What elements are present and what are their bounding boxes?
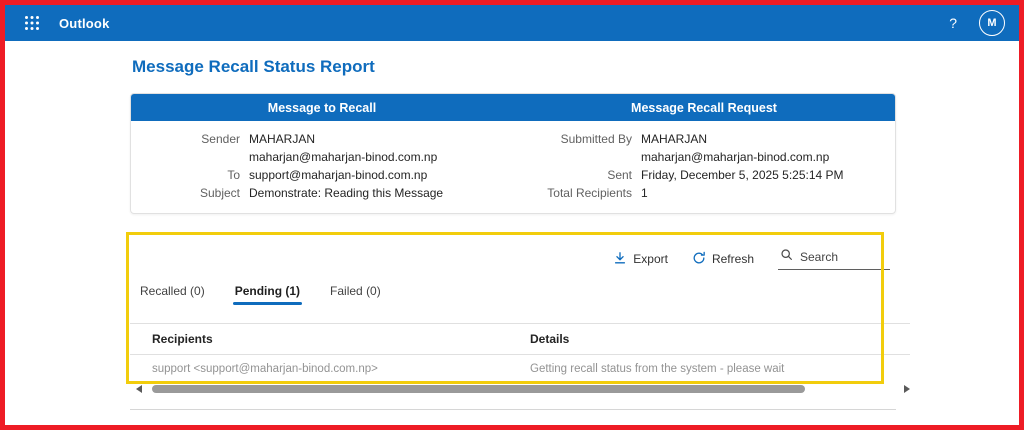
summary-left-column: Sender MAHARJAN maharjan@maharjan-binod.…	[131, 130, 513, 202]
refresh-label: Refresh	[712, 252, 754, 266]
field-value: MAHARJAN maharjan@maharjan-binod.com.np	[249, 130, 437, 166]
tab-recalled[interactable]: Recalled (0)	[140, 284, 205, 305]
recall-status-section: Export Refresh	[130, 238, 910, 393]
column-header-details: Details	[530, 332, 910, 346]
field-row-subject: Subject Demonstrate: Reading this Messag…	[131, 184, 513, 202]
bottom-divider	[130, 409, 896, 410]
summary-right-column: Submitted By MAHARJAN maharjan@maharjan-…	[513, 130, 895, 202]
app-launcher-icon[interactable]	[19, 10, 45, 36]
subject-value: Demonstrate: Reading this Message	[249, 184, 443, 202]
refresh-button[interactable]: Refresh	[692, 251, 754, 268]
field-row-sent: Sent Friday, December 5, 2025 5:25:14 PM	[513, 166, 895, 184]
scroll-left-arrow[interactable]	[136, 385, 142, 393]
app-name: Outlook	[59, 16, 110, 31]
sender-name: MAHARJAN	[249, 130, 437, 148]
field-label: Submitted By	[513, 130, 641, 166]
search-icon	[780, 248, 793, 266]
field-row-to: To support@maharjan-binod.com.np	[131, 166, 513, 184]
tab-failed[interactable]: Failed (0)	[330, 284, 381, 305]
results-table: Recipients Details support <support@maha…	[130, 323, 910, 380]
field-label: Subject	[131, 184, 249, 202]
results-table-header: Recipients Details	[130, 323, 910, 355]
field-row-submitted-by: Submitted By MAHARJAN maharjan@maharjan-…	[513, 130, 895, 166]
table-row: support <support@maharjan-binod.com.np> …	[130, 355, 910, 380]
scroll-right-arrow[interactable]	[904, 385, 910, 393]
sent-datetime: Friday, December 5, 2025 5:25:14 PM	[641, 166, 844, 184]
scroll-thumb[interactable]	[152, 385, 805, 393]
export-button[interactable]: Export	[613, 251, 668, 268]
export-label: Export	[633, 252, 668, 266]
top-bar: Outlook ? M	[5, 5, 1019, 41]
status-tabs: Recalled (0) Pending (1) Failed (0)	[140, 284, 910, 305]
h-scrollbar	[130, 385, 910, 393]
field-label: Sent	[513, 166, 641, 184]
page-title: Message Recall Status Report	[132, 57, 1019, 77]
field-label: Sender	[131, 130, 249, 166]
cell-recipient: support <support@maharjan-binod.com.np>	[152, 363, 530, 375]
annotation-red-border: Outlook ? M Message Recall Status Report…	[0, 0, 1024, 430]
field-value: MAHARJAN maharjan@maharjan-binod.com.np	[641, 130, 829, 166]
main-content: Message Recall Status Report Message to …	[5, 41, 1019, 410]
field-label: Total Recipients	[513, 184, 641, 202]
field-label: To	[131, 166, 249, 184]
tab-pending[interactable]: Pending (1)	[235, 284, 300, 305]
submitted-by-name: MAHARJAN	[641, 130, 829, 148]
search-input[interactable]	[800, 250, 878, 264]
summary-card: Message to Recall Message Recall Request…	[130, 93, 896, 214]
to-email: support@maharjan-binod.com.np	[249, 166, 427, 184]
summary-header-recall-request: Message Recall Request	[513, 94, 895, 121]
submitted-by-email: maharjan@maharjan-binod.com.np	[641, 148, 829, 166]
summary-header-message-to-recall: Message to Recall	[131, 94, 513, 121]
avatar[interactable]: M	[979, 10, 1005, 36]
search-box[interactable]	[778, 248, 890, 270]
cell-details: Getting recall status from the system - …	[530, 363, 910, 375]
column-header-recipients: Recipients	[152, 332, 530, 346]
summary-card-header: Message to Recall Message Recall Request	[131, 94, 895, 121]
status-toolbar: Export Refresh	[130, 248, 910, 270]
avatar-initial: M	[987, 17, 996, 29]
scrollbar-track[interactable]	[148, 385, 898, 393]
field-row-total-recipients: Total Recipients 1	[513, 184, 895, 202]
field-row-sender: Sender MAHARJAN maharjan@maharjan-binod.…	[131, 130, 513, 166]
help-icon[interactable]: ?	[949, 15, 957, 31]
refresh-icon	[692, 251, 706, 268]
total-recipients-value: 1	[641, 184, 648, 202]
summary-card-body: Sender MAHARJAN maharjan@maharjan-binod.…	[131, 121, 895, 213]
download-icon	[613, 251, 627, 268]
sender-email: maharjan@maharjan-binod.com.np	[249, 148, 437, 166]
